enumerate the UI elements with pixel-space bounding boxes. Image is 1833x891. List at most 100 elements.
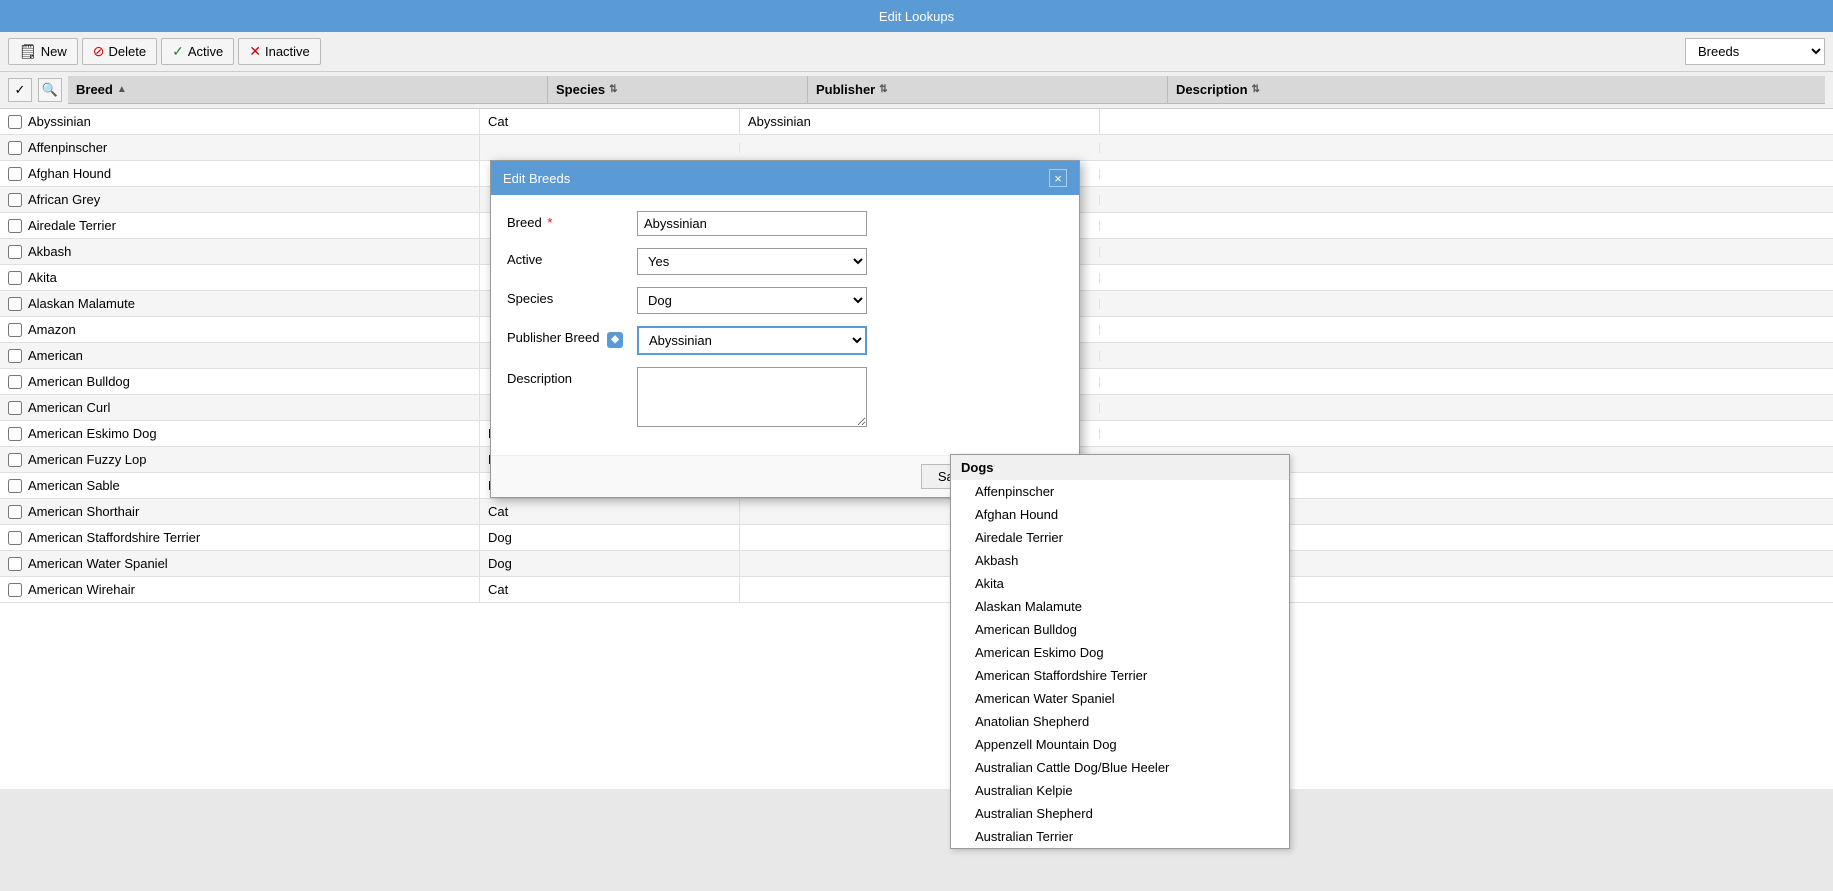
active-button[interactable]: ✓ Active [161,38,234,65]
row-checkbox[interactable] [8,375,22,389]
row-checkbox[interactable] [8,323,22,337]
dropdown-item[interactable]: American Bulldog [951,618,1289,641]
cell-description [1100,429,1833,439]
dropdown-items-container: AffenpinscherAfghan HoundAiredale Terrie… [951,480,1289,848]
dropdown-item[interactable]: Appenzell Mountain Dog [951,733,1289,756]
cell-breed: American Bulldog [0,369,480,394]
breed-value: American Water Spaniel [28,556,168,571]
delete-button[interactable]: ⊘ Delete [82,38,157,65]
delete-label: Delete [109,44,147,59]
table-row[interactable]: Affenpinscher [0,135,1833,161]
cell-description [1100,195,1833,205]
dropdown-item[interactable]: Australian Shepherd [951,802,1289,825]
cell-breed: American Shorthair [0,499,480,524]
dropdown-item[interactable]: Afghan Hound [951,503,1289,526]
cell-breed: Alaskan Malamute [0,291,480,316]
row-checkbox[interactable] [8,505,22,519]
active-row: Active Yes No [507,248,1063,275]
inactive-button[interactable]: ✕ Inactive [238,38,321,65]
species-column-header[interactable]: Species ⇅ [548,76,808,103]
row-checkbox[interactable] [8,115,22,129]
breed-value: Akita [28,270,57,285]
cell-breed: American [0,343,480,368]
dropdown-item[interactable]: American Eskimo Dog [951,641,1289,664]
breed-col-label: Breed [76,82,113,97]
breed-value: American Curl [28,400,110,415]
cell-species: Cat [480,499,740,524]
cell-species [480,143,740,153]
active-field-label: Active [507,248,637,267]
row-checkbox[interactable] [8,167,22,181]
breed-value: American Sable [28,478,120,493]
breed-value: American Fuzzy Lop [28,452,147,467]
cell-description [1100,403,1833,413]
dropdown-item[interactable]: Alaskan Malamute [951,595,1289,618]
table-row[interactable]: American Staffordshire Terrier Dog [0,525,1833,551]
row-checkbox[interactable] [8,479,22,493]
row-checkbox[interactable] [8,219,22,233]
publisher-sort-icon: ⇅ [879,84,887,95]
dropdown-item[interactable]: Affenpinscher [951,480,1289,503]
check-all-button[interactable]: ✓ [8,78,32,102]
publisher-breed-dropdown[interactable]: Dogs AffenpinscherAfghan HoundAiredale T… [950,454,1290,849]
cell-breed: Afghan Hound [0,161,480,186]
cell-breed: Akbash [0,239,480,264]
row-checkbox[interactable] [8,193,22,207]
cell-breed: American Staffordshire Terrier [0,525,480,550]
dropdown-item[interactable]: Australian Terrier [951,825,1289,848]
row-checkbox[interactable] [8,427,22,441]
row-checkbox[interactable] [8,453,22,467]
row-checkbox[interactable] [8,271,22,285]
search-button[interactable]: 🔍 [38,78,62,102]
breed-input[interactable] [637,211,867,236]
edit-breeds-modal: Edit Breeds × Breed * Active Yes No [490,160,1080,498]
modal-close-button[interactable]: × [1049,169,1067,187]
dropdown-item[interactable]: American Water Spaniel [951,687,1289,710]
description-col-label: Description [1176,82,1248,97]
row-checkbox[interactable] [8,557,22,571]
species-select[interactable]: Dog Cat Rabbit Bird [637,287,867,314]
breed-value: American Staffordshire Terrier [28,530,200,545]
description-textarea[interactable] [637,367,867,427]
inactive-label: Inactive [265,44,310,59]
breed-value: American Eskimo Dog [28,426,157,441]
row-checkbox[interactable] [8,349,22,363]
active-select[interactable]: Yes No [637,248,867,275]
publisher-column-header[interactable]: Publisher ⇅ [808,76,1168,103]
dropdown-item[interactable]: Australian Kelpie [951,779,1289,802]
dropdown-item[interactable]: Akita [951,572,1289,595]
publisher-breed-select[interactable]: Abyssinian [637,326,867,355]
cell-description [1100,273,1833,283]
table-row[interactable]: Abyssinian Cat Abyssinian [0,109,1833,135]
dropdown-item[interactable]: Airedale Terrier [951,526,1289,549]
table-row[interactable]: American Water Spaniel Dog [0,551,1833,577]
row-checkbox[interactable] [8,141,22,155]
dropdown-item[interactable]: Anatolian Shepherd [951,710,1289,733]
breed-column-header[interactable]: Breed ▲ [68,76,548,103]
description-column-header[interactable]: Description ⇅ [1168,76,1825,103]
row-checkbox[interactable] [8,583,22,597]
dropdown-item[interactable]: Akbash [951,549,1289,572]
breed-value: Abyssinian [28,114,91,129]
breed-value: Alaskan Malamute [28,296,135,311]
dropdown-item[interactable]: Australian Cattle Dog/Blue Heeler [951,756,1289,779]
row-checkbox[interactable] [8,531,22,545]
cell-species: Cat [480,577,740,602]
table-row[interactable]: American Wirehair Cat [0,577,1833,603]
breeds-dropdown[interactable]: Breeds Species Colors [1685,38,1825,65]
breed-value: Affenpinscher [28,140,107,155]
species-field-label: Species [507,287,637,306]
row-checkbox[interactable] [8,401,22,415]
info-icon[interactable]: ◆ [607,332,623,348]
cell-breed: Airedale Terrier [0,213,480,238]
check-icon: ✓ [15,82,26,98]
modal-title: Edit Breeds [503,171,570,186]
dropdown-item[interactable]: American Staffordshire Terrier [951,664,1289,687]
table-row[interactable]: American Shorthair Cat [0,499,1833,525]
cell-breed: Affenpinscher [0,135,480,160]
row-checkbox[interactable] [8,245,22,259]
cell-description [1100,247,1833,257]
title-bar: Edit Lookups [0,0,1833,32]
row-checkbox[interactable] [8,297,22,311]
new-button[interactable]: 🗒 New [8,38,78,65]
